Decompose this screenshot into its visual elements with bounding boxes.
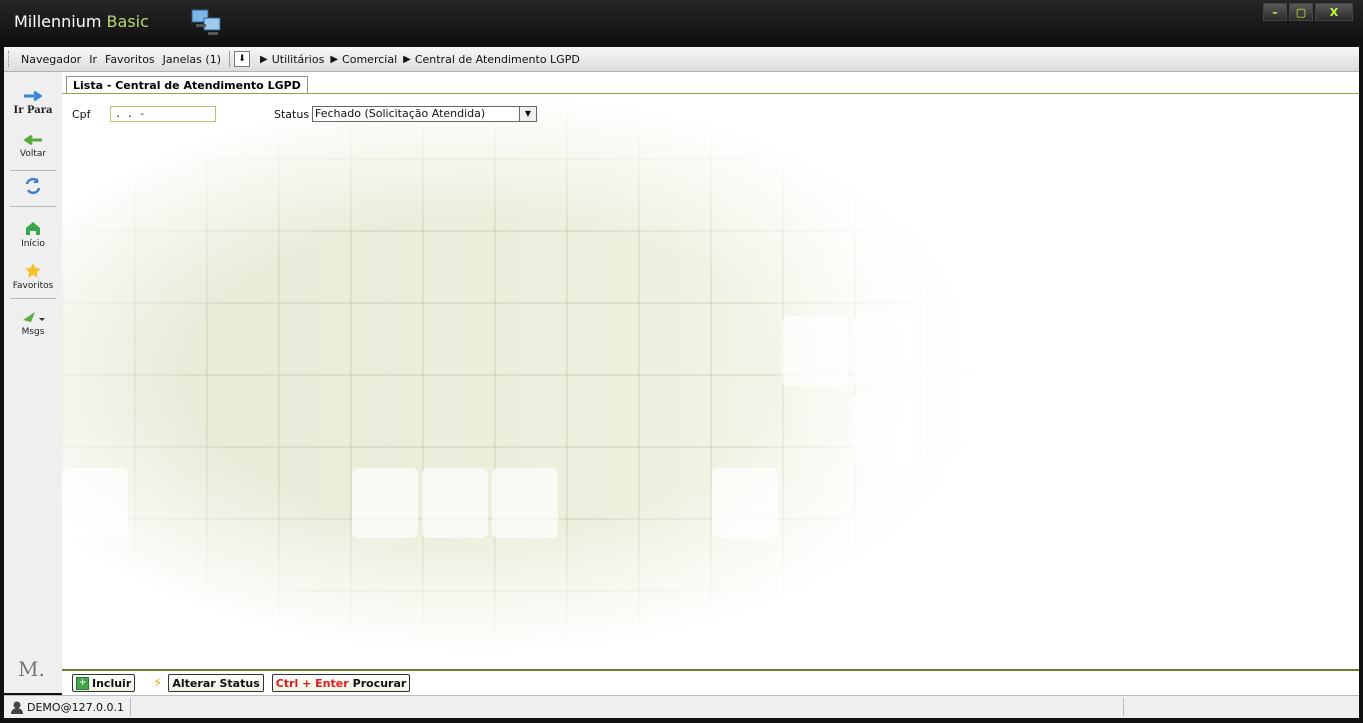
app-title-accent: Basic <box>106 12 149 31</box>
menu-bar: Navegador Ir Favoritos Janelas (1) ⬇ ▶ U… <box>4 47 1359 72</box>
breadcrumb-arrow-icon: ▶ <box>260 53 268 65</box>
chevron-down-icon[interactable]: ▼ <box>519 107 536 121</box>
status-bar: DEMO@127.0.0.1 <box>4 695 1359 718</box>
sidebar: Ir Para Voltar Início Favoritos Msgs M. <box>4 72 63 693</box>
star-icon <box>25 263 41 278</box>
title-bar: Millennium Basic – ▢ X <box>0 0 1363 44</box>
sidebar-divider <box>10 170 56 171</box>
sidebar-item-label: Início <box>21 239 45 249</box>
search-shortcut-label: Ctrl + Enter <box>275 676 349 690</box>
breadcrumb-arrow-icon: ▶ <box>403 53 411 65</box>
status-user: DEMO@127.0.0.1 <box>4 698 132 716</box>
app-title-main: Millennium <box>14 12 102 31</box>
app-window: Millennium Basic – ▢ X Navegador Ir Favo… <box>0 0 1363 723</box>
menu-navegador[interactable]: Navegador <box>17 53 85 66</box>
cpf-input[interactable]: . . - <box>110 106 216 122</box>
search-button[interactable]: Ctrl + Enter Procurar <box>271 674 411 692</box>
network-computers-icon <box>191 9 221 35</box>
main-content: Lista - Central de Atendimento LGPD Cpf … <box>62 72 1359 693</box>
menu-janelas[interactable]: Janelas (1) <box>159 53 225 66</box>
user-icon <box>11 701 23 714</box>
background-fade <box>62 94 1359 693</box>
arrow-down-icon: ⬇ <box>238 54 246 64</box>
sidebar-item-label: Ir Para <box>13 105 53 116</box>
minimize-button[interactable]: – <box>1263 3 1287 21</box>
cpf-label: Cpf <box>72 108 91 121</box>
maximize-button[interactable]: ▢ <box>1289 3 1313 21</box>
app-title: Millennium Basic <box>14 12 149 31</box>
millennium-logo: M. <box>18 657 45 681</box>
menu-ir[interactable]: Ir <box>85 53 101 66</box>
breadcrumb-utilitarios[interactable]: Utilitários <box>272 53 325 66</box>
arrow-right-icon <box>24 90 43 102</box>
breadcrumb-central-lgpd[interactable]: Central de Atendimento LGPD <box>415 53 580 66</box>
sidebar-item-voltar[interactable]: Voltar <box>4 134 62 159</box>
sidebar-item-favoritos[interactable]: Favoritos <box>4 262 62 291</box>
sidebar-item-label: Favoritos <box>12 281 54 291</box>
status-select[interactable]: Fechado (Solicitação Atendida) ▼ <box>312 106 537 122</box>
sidebar-item-label: Msgs <box>21 327 45 337</box>
breadcrumb-comercial[interactable]: Comercial <box>342 53 397 66</box>
arrow-left-icon <box>23 134 42 146</box>
sidebar-divider <box>10 298 56 299</box>
nav-down-button[interactable]: ⬇ <box>234 51 250 67</box>
sidebar-item-msgs[interactable]: Msgs <box>4 308 62 337</box>
sidebar-item-label: Voltar <box>19 149 47 159</box>
status-panel <box>1123 698 1359 716</box>
plus-icon: + <box>76 676 89 690</box>
status-user-label: DEMO@127.0.0.1 <box>27 700 125 714</box>
toolbar-grip <box>8 51 13 67</box>
refresh-icon <box>25 177 41 195</box>
home-icon <box>26 222 40 235</box>
message-icon <box>23 312 45 322</box>
include-button[interactable]: + Incluir <box>72 674 136 692</box>
close-button[interactable]: X <box>1315 3 1353 21</box>
alter-status-label: Alterar Status <box>172 676 260 690</box>
tab-underline <box>62 93 1359 94</box>
sidebar-item-ir-para[interactable]: Ir Para <box>4 90 62 116</box>
tab-lista-lgpd[interactable]: Lista - Central de Atendimento LGPD <box>66 76 308 94</box>
include-button-label: Incluir <box>92 676 132 690</box>
sidebar-item-refresh[interactable] <box>4 176 62 199</box>
action-bar: + Incluir ⚡ Alterar Status Ctrl + Enter … <box>62 669 1359 695</box>
alter-status-button[interactable]: Alterar Status <box>168 674 264 692</box>
sidebar-item-inicio[interactable]: Início <box>4 220 62 249</box>
lightning-icon: ⚡ <box>153 675 163 691</box>
status-select-value: Fechado (Solicitação Atendida) <box>315 107 486 120</box>
menu-separator <box>229 51 230 67</box>
menu-favoritos[interactable]: Favoritos <box>101 53 159 66</box>
search-button-label: Procurar <box>352 676 407 690</box>
status-panel <box>131 698 1123 716</box>
breadcrumb-arrow-icon: ▶ <box>330 53 339 65</box>
sidebar-divider <box>10 206 56 207</box>
status-label: Status <box>274 108 310 121</box>
